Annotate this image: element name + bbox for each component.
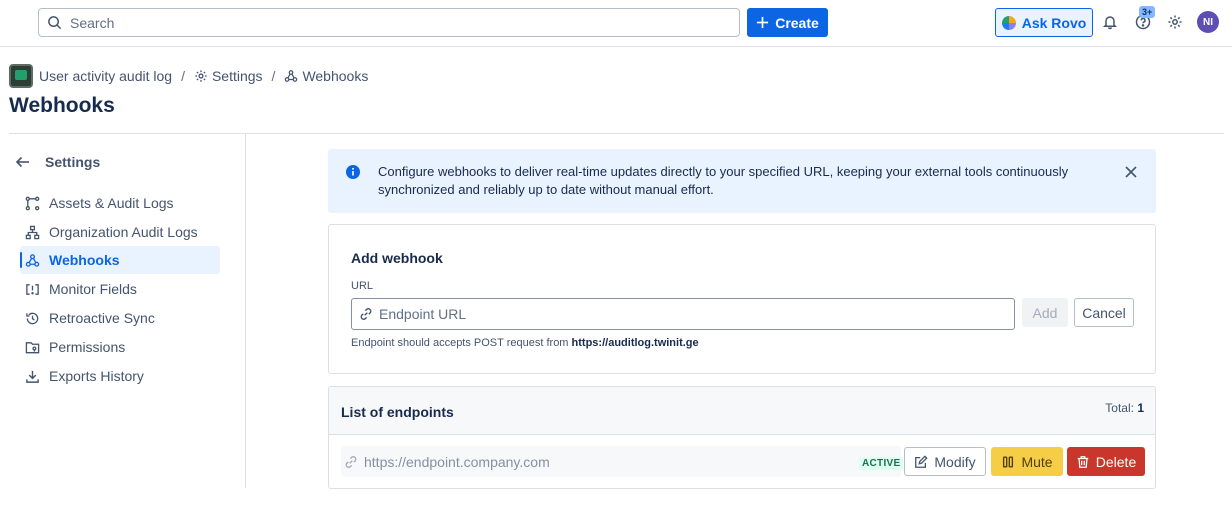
- user-avatar[interactable]: NI: [1197, 11, 1219, 33]
- mute-label: Mute: [1021, 453, 1053, 470]
- banner-message: Configure webhooks to deliver real-time …: [378, 164, 1069, 197]
- url-label: URL: [351, 280, 374, 292]
- sidebar-item-label: Assets & Audit Logs: [49, 195, 174, 211]
- search-placeholder: Search: [70, 14, 115, 31]
- link-icon: [345, 455, 357, 468]
- endpoints-total: Total: 1: [1105, 401, 1144, 415]
- settings-sidebar: Settings Assets & Audit Logs Organizatio…: [9, 134, 246, 488]
- search-input[interactable]: Search: [38, 8, 740, 37]
- sidebar-item-label: Monitor Fields: [49, 281, 137, 297]
- sidebar-item-monitor-fields[interactable]: Monitor Fields: [20, 275, 220, 303]
- notifications-bell-icon[interactable]: [1101, 13, 1119, 31]
- endpoints-list: List of endpoints Total: 1 https://endpo…: [328, 386, 1156, 489]
- sidebar-item-assets-audit-logs[interactable]: Assets & Audit Logs: [20, 189, 220, 217]
- assets-icon: [25, 196, 40, 210]
- sidebar-item-exports-history[interactable]: Exports History: [20, 362, 220, 390]
- breadcrumb: User activity audit log / Settings / Web…: [9, 64, 368, 88]
- permissions-icon: [25, 341, 40, 353]
- pause-icon: [1003, 455, 1014, 468]
- endpoint-url: https://endpoint.company.com: [364, 453, 550, 470]
- create-button[interactable]: Create: [747, 8, 828, 37]
- add-button[interactable]: Add: [1022, 298, 1068, 327]
- edit-icon: [915, 454, 928, 468]
- webhook-icon: [25, 253, 40, 267]
- total-label: Total:: [1105, 401, 1134, 415]
- breadcrumb-webhooks-link[interactable]: Webhooks: [284, 68, 368, 84]
- info-banner: Configure webhooks to deliver real-time …: [328, 149, 1156, 213]
- create-label: Create: [775, 14, 819, 31]
- org-tree-icon: [25, 225, 40, 239]
- hint-host: https://auditlog.twinit.ge: [571, 337, 699, 349]
- sidebar-item-webhooks[interactable]: Webhooks: [20, 246, 220, 274]
- trash-icon: [1077, 455, 1089, 468]
- mute-button[interactable]: Mute: [991, 447, 1063, 476]
- sidebar-item-label: Retroactive Sync: [49, 310, 155, 326]
- breadcrumb-webhooks-label: Webhooks: [302, 68, 369, 84]
- add-webhook-title: Add webhook: [351, 250, 443, 266]
- sidebar-item-label: Organization Audit Logs: [49, 224, 198, 240]
- sidebar-header-label: Settings: [45, 154, 101, 170]
- sidebar-header[interactable]: Settings: [15, 154, 100, 170]
- cancel-button[interactable]: Cancel: [1074, 298, 1134, 327]
- search-icon: [48, 16, 62, 30]
- hint-text: Endpoint should accepts POST request fro…: [351, 337, 569, 349]
- endpoint-url-placeholder: Endpoint URL: [379, 306, 467, 322]
- endpoint-url-input[interactable]: Endpoint URL: [351, 298, 1015, 330]
- breadcrumb-separator: /: [271, 68, 276, 84]
- modify-label: Modify: [934, 453, 976, 470]
- info-icon: [346, 165, 360, 179]
- ask-rovo-label: Ask Rovo: [1021, 14, 1087, 31]
- sidebar-item-label: Exports History: [49, 368, 144, 384]
- endpoints-list-header: List of endpoints Total: 1: [329, 387, 1155, 435]
- ask-rovo-button[interactable]: Ask Rovo: [995, 8, 1093, 37]
- notification-count-badge: 3+: [1139, 6, 1156, 18]
- delete-label: Delete: [1095, 453, 1137, 470]
- sidebar-item-organization-audit-logs[interactable]: Organization Audit Logs: [20, 218, 220, 246]
- close-icon[interactable]: [1123, 164, 1139, 180]
- sidebar-item-label: Permissions: [49, 339, 126, 355]
- sidebar-item-permissions[interactable]: Permissions: [20, 333, 220, 361]
- settings-gear-icon[interactable]: [1166, 13, 1184, 31]
- app-logo-icon: [9, 64, 33, 88]
- webhook-icon: [285, 70, 298, 82]
- endpoint-url-field: https://endpoint.company.com: [341, 446, 901, 477]
- sidebar-item-label: Webhooks: [49, 252, 120, 268]
- link-icon: [360, 308, 372, 320]
- monitor-fields-icon: [26, 283, 39, 295]
- page-title: Webhooks: [9, 94, 115, 117]
- add-webhook-card: Add webhook URL Endpoint URL Add Cancel …: [328, 224, 1156, 374]
- breadcrumb-separator: /: [181, 68, 185, 84]
- top-navigation-bar: Search Create Ask Rovo 3+ NI: [0, 0, 1232, 47]
- endpoint-hint: Endpoint should accepts POST request fro…: [351, 337, 699, 349]
- total-value: 1: [1137, 401, 1144, 415]
- breadcrumb-settings-link[interactable]: Settings: [194, 68, 263, 84]
- sidebar-item-retroactive-sync[interactable]: Retroactive Sync: [20, 304, 220, 332]
- status-badge: ACTIVE: [859, 457, 904, 470]
- breadcrumb-settings-label: Settings: [211, 68, 263, 84]
- arrow-left-icon[interactable]: [15, 154, 31, 170]
- endpoints-list-title: List of endpoints: [341, 404, 454, 420]
- download-icon: [26, 370, 39, 383]
- delete-button[interactable]: Delete: [1067, 447, 1145, 476]
- modify-button[interactable]: Modify: [904, 447, 986, 476]
- history-icon: [26, 312, 39, 324]
- rovo-logo-icon: [1001, 15, 1016, 30]
- gear-icon: [195, 70, 207, 82]
- breadcrumb-app-link[interactable]: User activity audit log: [39, 68, 172, 84]
- plus-icon: [757, 16, 769, 29]
